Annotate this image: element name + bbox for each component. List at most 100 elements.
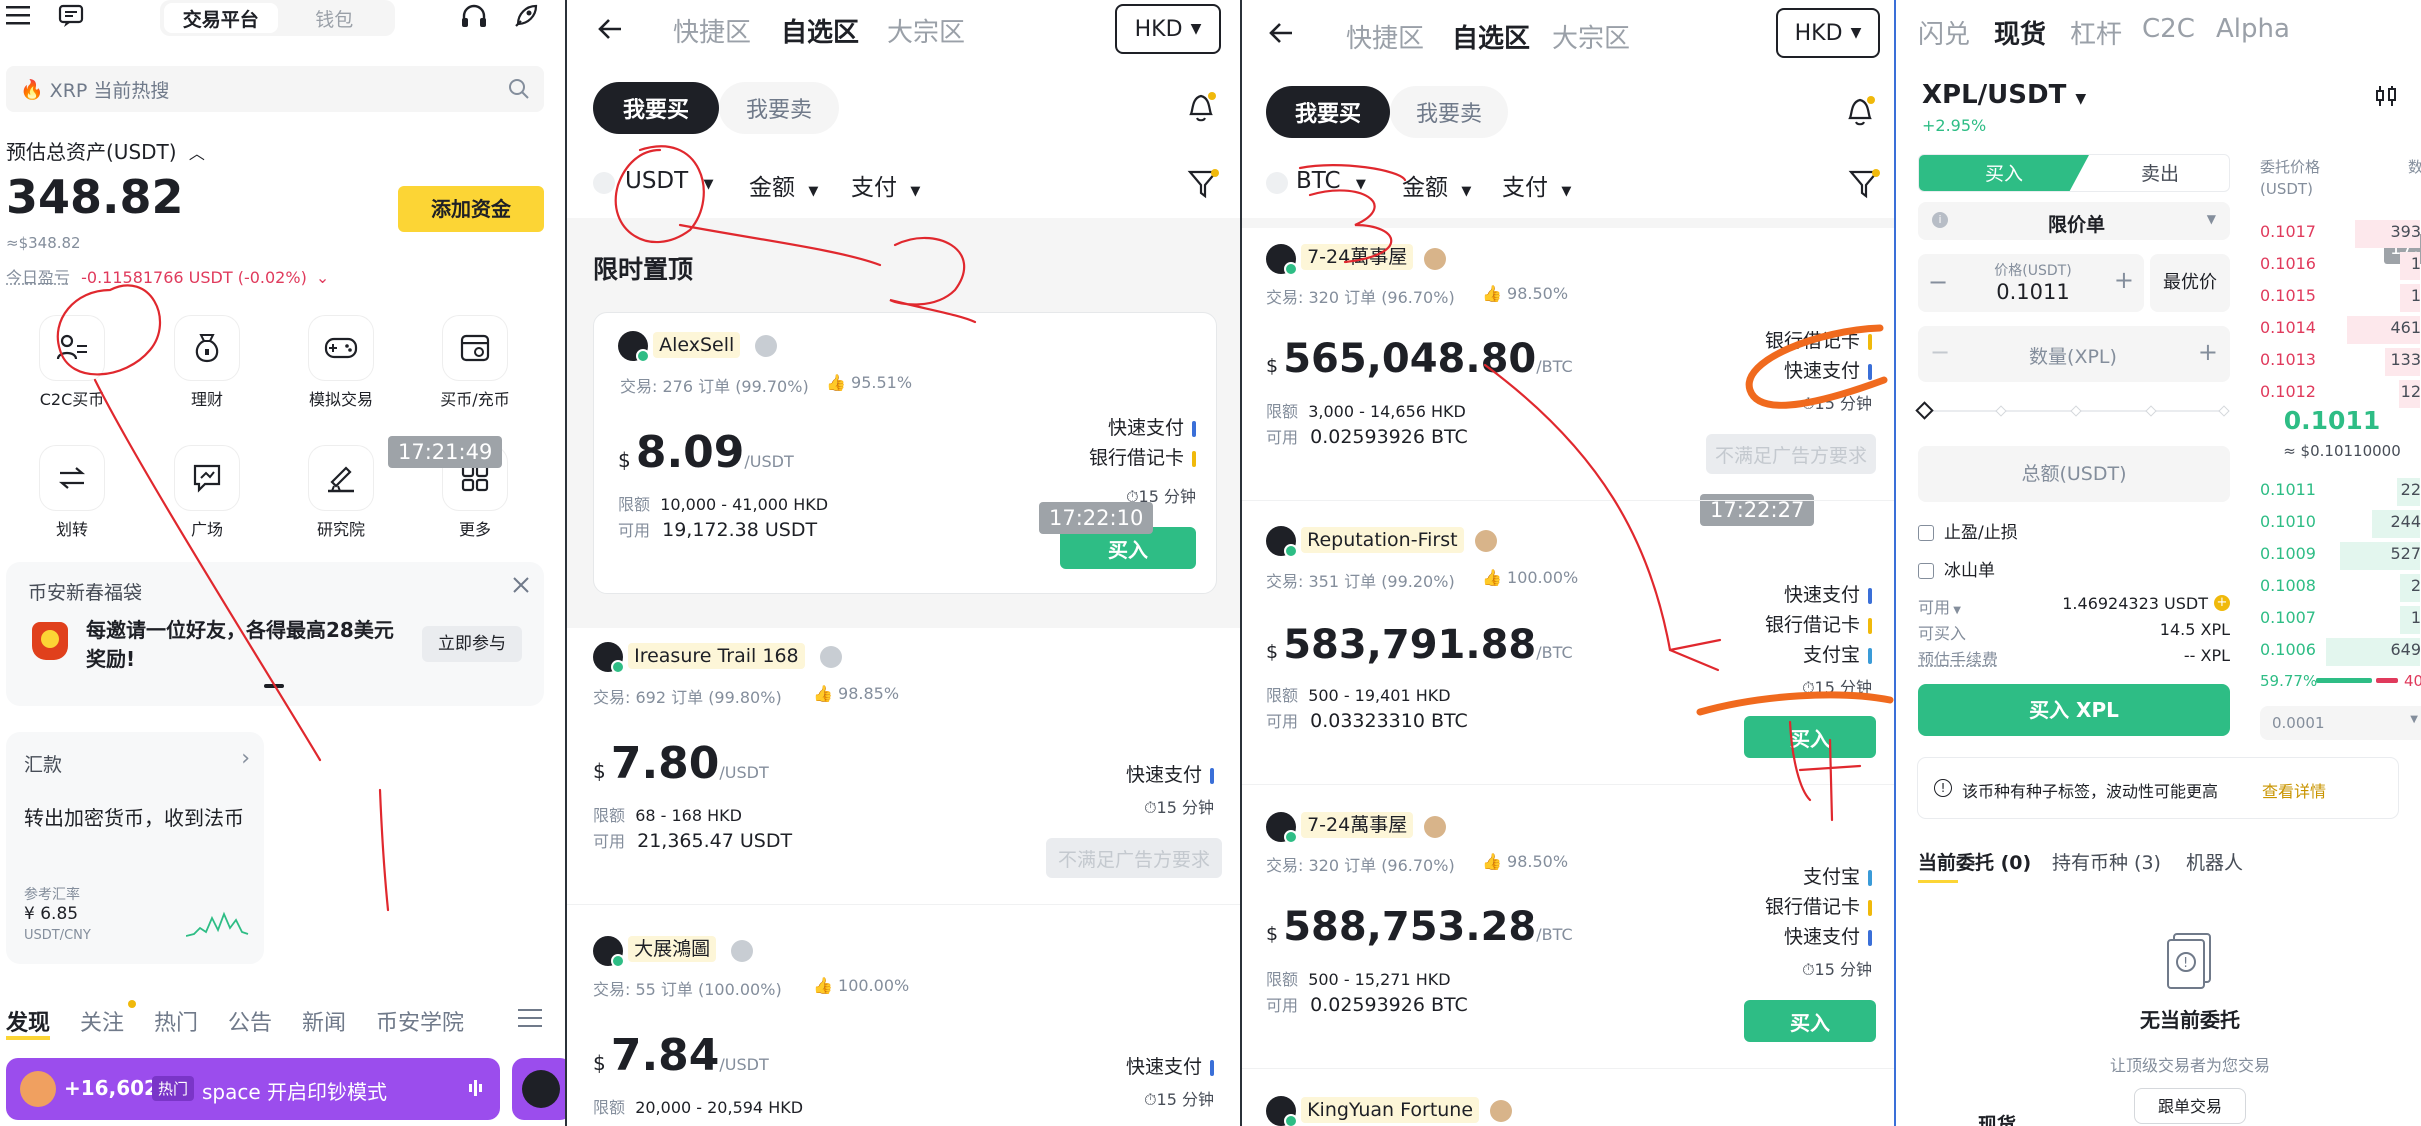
tab-express[interactable]: 快捷区 bbox=[673, 12, 751, 49]
bid-price[interactable]: 0.1011 bbox=[2260, 480, 2316, 499]
best-price-button[interactable]: 最优价 bbox=[2150, 254, 2230, 312]
close-icon[interactable] bbox=[512, 576, 530, 594]
earn-icon[interactable] bbox=[175, 316, 239, 380]
pnl-row[interactable]: 今日盈亏 -0.11581766 USDT (-0.02%) ⌄ bbox=[6, 264, 329, 288]
risk-notice[interactable]: ! 该币种有种子标签，波动性可能更高 查看详情 bbox=[1918, 758, 2398, 818]
sell-tab[interactable]: 我要卖 bbox=[719, 82, 839, 134]
deposit-icon[interactable] bbox=[443, 316, 507, 380]
ask-price[interactable]: 0.1013 bbox=[2260, 350, 2316, 369]
buy-tab[interactable]: 我要买 bbox=[1266, 86, 1390, 138]
asset-label-row[interactable]: 预估总资产(USDT) ︿ bbox=[6, 136, 205, 165]
copy-trading-button[interactable]: 跟单交易 bbox=[2134, 1088, 2246, 1124]
space-banner-next[interactable] bbox=[512, 1058, 565, 1120]
feed-tab-announce[interactable]: 公告 bbox=[228, 1005, 272, 1037]
c2c-buy-icon[interactable] bbox=[40, 316, 104, 380]
plus-icon[interactable]: + bbox=[2114, 266, 2134, 294]
buy-xpl-button[interactable]: 买入 XPL bbox=[1918, 684, 2230, 736]
amount-filter[interactable]: 金额 ▼ bbox=[749, 168, 818, 202]
merchant-row[interactable]: Reputation-First bbox=[1266, 526, 1497, 558]
message-icon[interactable] bbox=[58, 4, 84, 28]
merchant-row[interactable]: Ireasure Trail 168 bbox=[593, 642, 842, 674]
headset-icon[interactable] bbox=[460, 4, 488, 30]
bid-price[interactable]: 0.1007 bbox=[2260, 608, 2316, 627]
filter-funnel-icon[interactable] bbox=[1187, 168, 1219, 200]
tab-convert[interactable]: 闪兑 bbox=[1918, 14, 1970, 51]
bid-price[interactable]: 0.1009 bbox=[2260, 544, 2316, 563]
filter-funnel-icon[interactable] bbox=[1848, 168, 1880, 200]
gamepad-icon[interactable] bbox=[309, 316, 373, 380]
promo-card[interactable]: 币安新春福袋 每邀请一位好友，各得最高28美元奖励! 立即参与 bbox=[6, 562, 544, 706]
ad-card[interactable]: 7-24萬事屋 交易: 320 订单 (96.70%) 👍 98.50% $ 5… bbox=[1242, 796, 1894, 1068]
merchant-row[interactable]: 大展鴻圖 bbox=[593, 934, 754, 968]
bid-price[interactable]: 0.1006 bbox=[2260, 640, 2316, 659]
tab-spot[interactable]: 现货 bbox=[1994, 14, 2046, 51]
tab-block[interactable]: 大宗区 bbox=[887, 12, 965, 49]
ad-card[interactable]: 7-24萬事屋 交易: 320 订单 (96.70%) 👍 98.50% $ 5… bbox=[1242, 228, 1894, 500]
bell-icon[interactable] bbox=[1185, 90, 1217, 124]
buy-side-button[interactable]: 买入 bbox=[1919, 155, 2089, 191]
checkbox-icon[interactable] bbox=[1918, 525, 1934, 541]
depth-select[interactable]: 0.0001 ▼ bbox=[2260, 706, 2421, 740]
ask-price[interactable]: 0.1016 bbox=[2260, 254, 2316, 273]
chevron-right-icon[interactable]: › bbox=[241, 746, 250, 771]
quantity-input[interactable]: − 数量(XPL) + bbox=[1918, 326, 2230, 382]
tab-holdings[interactable]: 持有币种 (3) bbox=[2052, 848, 2161, 875]
join-button[interactable]: 立即参与 bbox=[422, 626, 522, 662]
add-funds-button[interactable]: 添加资金 bbox=[398, 186, 544, 232]
tab-margin[interactable]: 杠杆 bbox=[2070, 14, 2122, 51]
checkbox-icon[interactable] bbox=[1918, 563, 1934, 579]
bid-price[interactable]: 0.1008 bbox=[2260, 576, 2316, 595]
amount-slider[interactable] bbox=[1915, 400, 2230, 420]
tab-wallet[interactable]: 钱包 bbox=[278, 3, 392, 33]
payment-filter[interactable]: 支付 ▼ bbox=[1502, 168, 1571, 202]
tab-alpha[interactable]: Alpha bbox=[2216, 14, 2290, 44]
merchant-row[interactable]: AlexSell bbox=[618, 331, 778, 363]
amount-filter[interactable]: 金额 ▼ bbox=[1402, 168, 1471, 202]
back-arrow-icon[interactable] bbox=[1268, 22, 1294, 44]
order-type-select[interactable]: i 限价单 ▼ bbox=[1918, 202, 2230, 240]
merchant-row[interactable]: 7-24萬事屋 bbox=[1266, 242, 1447, 276]
bottom-nav-spot[interactable]: 现货 bbox=[1978, 1110, 2016, 1126]
sell-side-button[interactable]: 卖出 bbox=[2089, 155, 2229, 191]
add-funds-icon[interactable]: + bbox=[2214, 595, 2230, 611]
back-arrow-icon[interactable] bbox=[597, 18, 623, 40]
feed-tab-academy[interactable]: 币安学院 bbox=[376, 1005, 464, 1037]
feed-tab-hot[interactable]: 热门 bbox=[154, 1005, 198, 1037]
tab-exchange[interactable]: 交易平台 bbox=[164, 3, 278, 33]
payment-filter[interactable]: 支付 ▼ bbox=[851, 168, 920, 202]
iceberg-checkbox[interactable]: 冰山单 bbox=[1918, 556, 1995, 581]
tab-block[interactable]: 大宗区 bbox=[1552, 18, 1630, 55]
kline-settings-icon[interactable] bbox=[2374, 84, 2398, 108]
pair-select[interactable]: XPL/USDT ▼ bbox=[1922, 80, 2086, 110]
ask-price[interactable]: 0.1012 bbox=[2260, 382, 2316, 401]
slider-handle[interactable] bbox=[1915, 401, 1934, 420]
bid-price[interactable]: 0.1010 bbox=[2260, 512, 2316, 531]
ad-card[interactable]: 大展鴻圖 交易: 55 订单 (100.00%) 👍 100.00% $ 7.8… bbox=[567, 920, 1240, 1126]
plus-icon[interactable]: + bbox=[2198, 338, 2218, 366]
buy-button[interactable]: 买入 bbox=[1744, 1000, 1876, 1042]
menu-icon[interactable] bbox=[6, 6, 30, 26]
feed-tab-discover[interactable]: 发现 bbox=[6, 1005, 50, 1037]
minus-icon[interactable]: − bbox=[1928, 268, 1948, 296]
transfer-icon[interactable] bbox=[40, 446, 104, 510]
currency-select[interactable]: HKD ▼ bbox=[1115, 4, 1221, 54]
tpsl-checkbox[interactable]: 止盈/止损 bbox=[1918, 518, 2018, 543]
ad-card-pinned[interactable]: AlexSell 交易: 276 订单 (99.70%) 👍 95.51% $ … bbox=[593, 312, 1217, 594]
ask-price[interactable]: 0.1017 bbox=[2260, 222, 2316, 241]
tab-custom[interactable]: 自选区 bbox=[781, 12, 859, 49]
ad-card[interactable]: Reputation-First 交易: 351 订单 (99.20%) 👍 1… bbox=[1242, 512, 1894, 784]
search-icon[interactable] bbox=[508, 78, 530, 100]
remit-card[interactable]: 汇款 › 转出加密货币，收到法币 参考汇率 ¥ 6.85 USDT/CNY bbox=[6, 732, 264, 964]
minus-icon[interactable]: − bbox=[1930, 338, 1950, 366]
space-banner[interactable]: +16,602 热门 space 开启印钞模式 bbox=[6, 1058, 500, 1120]
price-input[interactable]: − 价格(USDT) 0.1011 + bbox=[1918, 254, 2144, 312]
merchant-row[interactable]: KingYuan Fortune bbox=[1266, 1096, 1513, 1126]
chevron-down-icon[interactable]: ⌄ bbox=[316, 268, 329, 287]
asset-filter[interactable]: BTC ▼ bbox=[1296, 168, 1366, 194]
buy-tab[interactable]: 我要买 bbox=[593, 82, 719, 134]
notice-link[interactable]: 查看详情 bbox=[2262, 778, 2326, 802]
currency-select[interactable]: HKD ▼ bbox=[1776, 8, 1880, 58]
search-input[interactable]: 🔥 XRP 当前热搜 bbox=[6, 66, 544, 112]
sell-tab[interactable]: 我要卖 bbox=[1390, 86, 1508, 138]
feed-tab-news[interactable]: 新闻 bbox=[302, 1005, 346, 1037]
